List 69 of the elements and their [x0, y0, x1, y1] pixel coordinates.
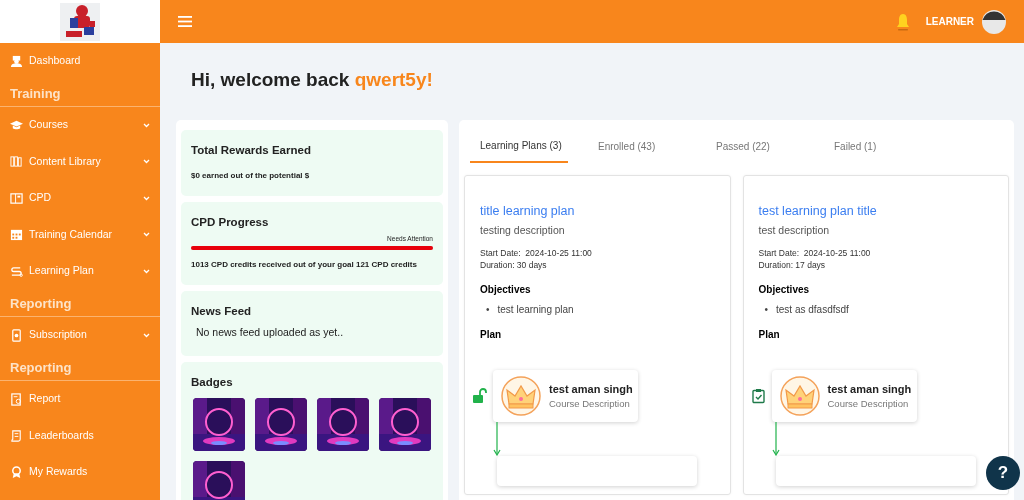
- books-icon: [10, 155, 23, 169]
- bullet: •: [764, 303, 768, 318]
- avatar[interactable]: [982, 9, 1006, 34]
- section-heading: Reporting: [0, 289, 160, 317]
- course-description: Course Description: [827, 397, 910, 412]
- receipt-icon: [10, 328, 23, 342]
- course-title: test aman singh: [827, 381, 912, 397]
- duration: Duration: 17 days: [758, 259, 827, 273]
- graduation-cap-icon: [10, 118, 23, 132]
- welcome-heading: Hi, welcome back qwert5y!: [190, 68, 434, 92]
- panel-icon: [10, 191, 23, 205]
- sidebar-item[interactable]: Dashboard: [0, 43, 160, 80]
- sidebar-item[interactable]: Training Calendar: [0, 216, 160, 253]
- sidebar-item[interactable]: Subscription: [0, 317, 160, 354]
- scroll-icon: [10, 429, 23, 443]
- medal-icon: [10, 465, 23, 479]
- section-heading: Objectives: [480, 283, 532, 298]
- course-title: test aman singh: [549, 381, 633, 397]
- course-card[interactable]: [497, 456, 697, 487]
- teacher-icon: [10, 54, 23, 68]
- duration: Duration: 30 days: [480, 259, 548, 273]
- menu-icon[interactable]: [178, 16, 192, 27]
- down-arrow: [771, 422, 780, 457]
- clipboard-check-icon: [750, 388, 766, 405]
- progress-text: 1013 CPD credits received out of your goal 121 CPD credits: [191, 258, 418, 271]
- plan-description: test description: [758, 222, 831, 238]
- calendar-icon: [10, 228, 23, 242]
- route-icon: [10, 264, 23, 278]
- news-text: No news feed uploaded as yet..: [196, 324, 345, 340]
- tab[interactable]: Failed (1): [824, 129, 942, 163]
- plan-title[interactable]: title learning plan: [480, 203, 715, 219]
- user-name: LEARNER: [925, 15, 974, 29]
- objective-text: test learning plan: [497, 303, 574, 318]
- unlocked-padlock-icon: [472, 388, 487, 405]
- tab[interactable]: Learning Plans (3): [470, 129, 568, 163]
- card-title: News Feed: [191, 304, 253, 319]
- sidebar-item[interactable]: My Rewards: [0, 454, 160, 491]
- plan-description: testing description: [480, 222, 566, 238]
- card-title: Total Rewards Earned: [191, 143, 312, 158]
- card-title: Badges: [191, 376, 234, 391]
- course-description: Course Description: [549, 397, 631, 412]
- rewards-text: $0 earned out of the potential $: [191, 169, 311, 182]
- sidebar-item[interactable]: Leaderboards: [0, 417, 160, 454]
- sidebar-item[interactable]: Courses: [0, 107, 160, 144]
- section-heading: Plan: [758, 328, 781, 343]
- section-heading: Objectives: [758, 283, 811, 298]
- section-heading: Reporting: [0, 353, 160, 381]
- down-arrow: [493, 422, 501, 457]
- course-card[interactable]: test aman singh Course Description: [771, 370, 917, 423]
- course-card[interactable]: test aman singh Course Description: [493, 370, 638, 423]
- sidebar-item[interactable]: Learning Plan: [0, 253, 160, 290]
- start-date: Start Date: 2024-10-25 11:00: [480, 246, 593, 260]
- sidebar-item[interactable]: CPD: [0, 180, 160, 217]
- report-icon: [10, 392, 23, 406]
- sidebar-item[interactable]: Content Library: [0, 143, 160, 180]
- sidebar-item[interactable]: Report: [0, 381, 160, 418]
- bullet: •: [486, 303, 490, 318]
- crown-icon: [779, 376, 820, 417]
- bell-icon[interactable]: [895, 12, 910, 31]
- section-heading: Training: [0, 79, 160, 107]
- card-title: CPD Progress: [191, 215, 270, 230]
- tab[interactable]: Passed (22): [706, 129, 824, 163]
- crown-icon: [501, 376, 541, 417]
- plan-title[interactable]: test learning plan title: [758, 203, 993, 219]
- start-date: Start Date: 2024-10-25 11:00: [758, 246, 872, 260]
- section-heading: Plan: [480, 328, 503, 343]
- objective-text: test as dfasdfsdf: [776, 303, 849, 318]
- course-card[interactable]: [775, 456, 976, 487]
- tab[interactable]: Enrolled (43): [588, 129, 706, 163]
